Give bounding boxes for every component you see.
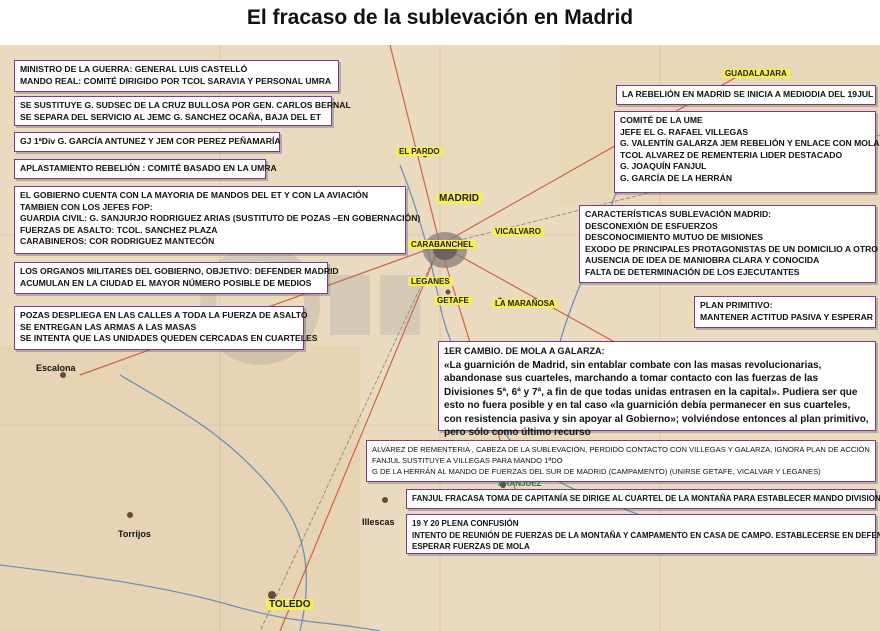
info-box-comite-ume: COMITÉ DE LA UME JEFE EL G. RAFAEL VILLE… <box>614 111 880 193</box>
text-line: CARACTERÍSTICAS SUBLEVACIÓN MADRID: <box>585 209 772 219</box>
text-line: COMITÉ DE LA UME <box>620 115 703 125</box>
text-line: EL GOBIERNO CUENTA CON LA MAYORIA DE MAN… <box>20 190 369 200</box>
place-label-getafe: GETAFE <box>434 296 472 305</box>
text-line: EXODO DE PRINCIPALES PROTAGONISTAS DE UN… <box>585 243 878 254</box>
text-line: G. VALENTÍN GALARZA JEM REBELIÓN Y ENLAC… <box>620 138 880 148</box>
text-line: ALVAREZ DE REMENTERIA , CABEZA DE LA SUB… <box>372 445 870 454</box>
info-box-gj1div: GJ 1ªDiv G. GARCÍA ANTUNEZ Y JEM COR PER… <box>14 132 281 152</box>
info-box-organos: LOS ORGANOS MILITARES DEL GOBIERNO, OBJE… <box>14 262 339 294</box>
text-line: ESPERAR FUERZAS DE MOLA <box>412 542 530 551</box>
info-box-fanjul: FANJUL FRACASA TOMA DE CAPITANÍA SE DIRI… <box>406 489 880 509</box>
text-line: TCOL ALVAREZ DE REMENTERIA LIDER DESTACA… <box>620 149 843 160</box>
page-title: El fracaso de la sublevación en Madrid <box>246 6 634 29</box>
text-line: GJ 1ªDiv G. GARCÍA ANTUNEZ Y JEM COR PER… <box>20 136 281 146</box>
text-line: MANTENER ACTITUD PASIVA Y ESPERAR <box>700 311 874 322</box>
text-line: G. GARCÍA DE LA HERRÁN <box>620 172 733 183</box>
info-box-gobierno: EL GOBIERNO CUENTA CON LA MAYORIA DE MAN… <box>14 186 421 254</box>
text-line: SE SUSTITUYE G. SUDSEC DE LA CRUZ BULLOS… <box>20 100 351 110</box>
text-line: POZAS DESPLIEGA EN LAS CALLES A TODA LA … <box>20 310 308 320</box>
text-line: DESCONOCIMIENTO MUTUO DE MISIONES <box>585 232 763 242</box>
text-line: AUSENCIA DE IDEA DE MANIOBRA CLARA Y CON… <box>585 255 820 265</box>
text-line: LOS ORGANOS MILITARES DEL GOBIERNO, OBJE… <box>20 266 339 276</box>
info-box-caracteristicas: CARACTERÍSTICAS SUBLEVACIÓN MADRID: DESC… <box>579 205 878 283</box>
place-label-leganes: LEGANES <box>408 277 453 286</box>
place-label-carabanchel: CARABANCHEL <box>408 240 477 249</box>
text-line: CARABINEROS: COR RODRIGUEZ MANTECÓN <box>20 236 215 246</box>
info-box-alvarez: ALVAREZ DE REMENTERIA , CABEZA DE LA SUB… <box>366 440 876 482</box>
info-box-pozas: POZAS DESPLIEGA EN LAS CALLES A TODA LA … <box>14 306 318 350</box>
info-box-plan-primitivo: PLAN PRIMITIVO: MANTENER ACTITUD PASIVA … <box>694 296 876 328</box>
text-line: MINISTRO DE LA GUERRA: GENERAL LUIS CAST… <box>20 64 248 74</box>
info-box-aplastamiento: APLASTAMIENTO REBELIÓN : COMITÉ BASADO E… <box>14 159 277 179</box>
place-label-madrid: MADRID <box>436 193 482 204</box>
text-line: ACUMULAN EN LA CIUDAD EL MAYOR NÚMERO PO… <box>20 277 312 288</box>
text-line: 19 Y 20 PLENA CONFUSIÓN <box>412 519 519 528</box>
place-label-escalona: Escalona <box>36 363 76 373</box>
text-line: FANJUL SUSTITUYE A VILLEGAS PARA MANDO 1… <box>372 456 563 465</box>
info-box-sustituye: SE SUSTITUYE G. SUDSEC DE LA CRUZ BULLOS… <box>14 96 351 126</box>
text-line: INTENTO DE REUNIÓN DE FUERZAS DE LA MONT… <box>412 530 880 540</box>
text-line: LA REBELIÓN EN MADRID SE INICIA A MEDIOD… <box>622 89 874 99</box>
text-line: SE ENTREGAN LAS ARMAS A LAS MASAS <box>20 321 197 332</box>
place-label-la-maranosa: LA MARAÑOSA <box>492 299 558 308</box>
info-box-rebelion: LA REBELIÓN EN MADRID SE INICIA A MEDIOD… <box>616 85 876 105</box>
box-heading: 1ER CAMBIO. DE MOLA A GALARZA: <box>444 346 605 356</box>
text-line: G. JOAQUÍN FANJUL <box>620 161 707 171</box>
info-box-ministro: MINISTRO DE LA GUERRA: GENERAL LUIS CAST… <box>14 60 339 92</box>
place-label-vicalvaro: VICALVARO <box>492 227 544 236</box>
text-line: TAMBIEN CON LOS JEFES FOP: <box>20 201 153 212</box>
place-label-el-pardo: EL PARDO <box>396 147 443 156</box>
text-line: JEFE EL G. RAFAEL VILLEGAS <box>620 126 749 137</box>
text-line: FUERZAS DE ASALTO: TCOL. SANCHEZ PLAZA <box>20 224 218 235</box>
text-line: MANDO REAL: COMITÉ DIRIGIDO POR TCOL SAR… <box>20 75 332 86</box>
place-label-torrijos: Torrijos <box>118 529 151 539</box>
place-label-illescas: Illescas <box>362 517 395 527</box>
text-line: SE SEPARA DEL SERVICIO AL JEMC G. SANCHE… <box>20 111 321 122</box>
info-box-confusion: 19 Y 20 PLENA CONFUSIÓN INTENTO DE REUNI… <box>406 514 880 554</box>
text-line: GUARDIA CIVIL: G. SANJURJO RODRIGUEZ ARI… <box>20 213 421 223</box>
text-line: FANJUL FRACASA TOMA DE CAPITANÍA SE DIRI… <box>412 494 880 503</box>
text-line: APLASTAMIENTO REBELIÓN : COMITÉ BASADO E… <box>20 163 277 173</box>
place-label-guadalajara: GUADALAJARA <box>722 69 790 78</box>
text-line: G DE LA HERRÁN AL MANDO DE FUERZAS DEL S… <box>372 467 821 476</box>
text-line: SE INTENTA QUE LAS UNIDADES QUEDEN CERCA… <box>20 333 318 343</box>
place-label-toledo: TOLEDO <box>266 599 314 610</box>
text-line: FALTA DE DETERMINACIÓN DE LOS EJECUTANTE… <box>585 266 800 277</box>
text-line: DESCONEXIÓN DE ESFUERZOS <box>585 220 718 231</box>
box-paragraph: «La guarnición de Madrid, sin entablar c… <box>444 359 869 439</box>
text-line: PLAN PRIMITIVO: <box>700 300 773 310</box>
info-box-cambio: 1ER CAMBIO. DE MOLA A GALARZA: «La guarn… <box>438 341 876 438</box>
